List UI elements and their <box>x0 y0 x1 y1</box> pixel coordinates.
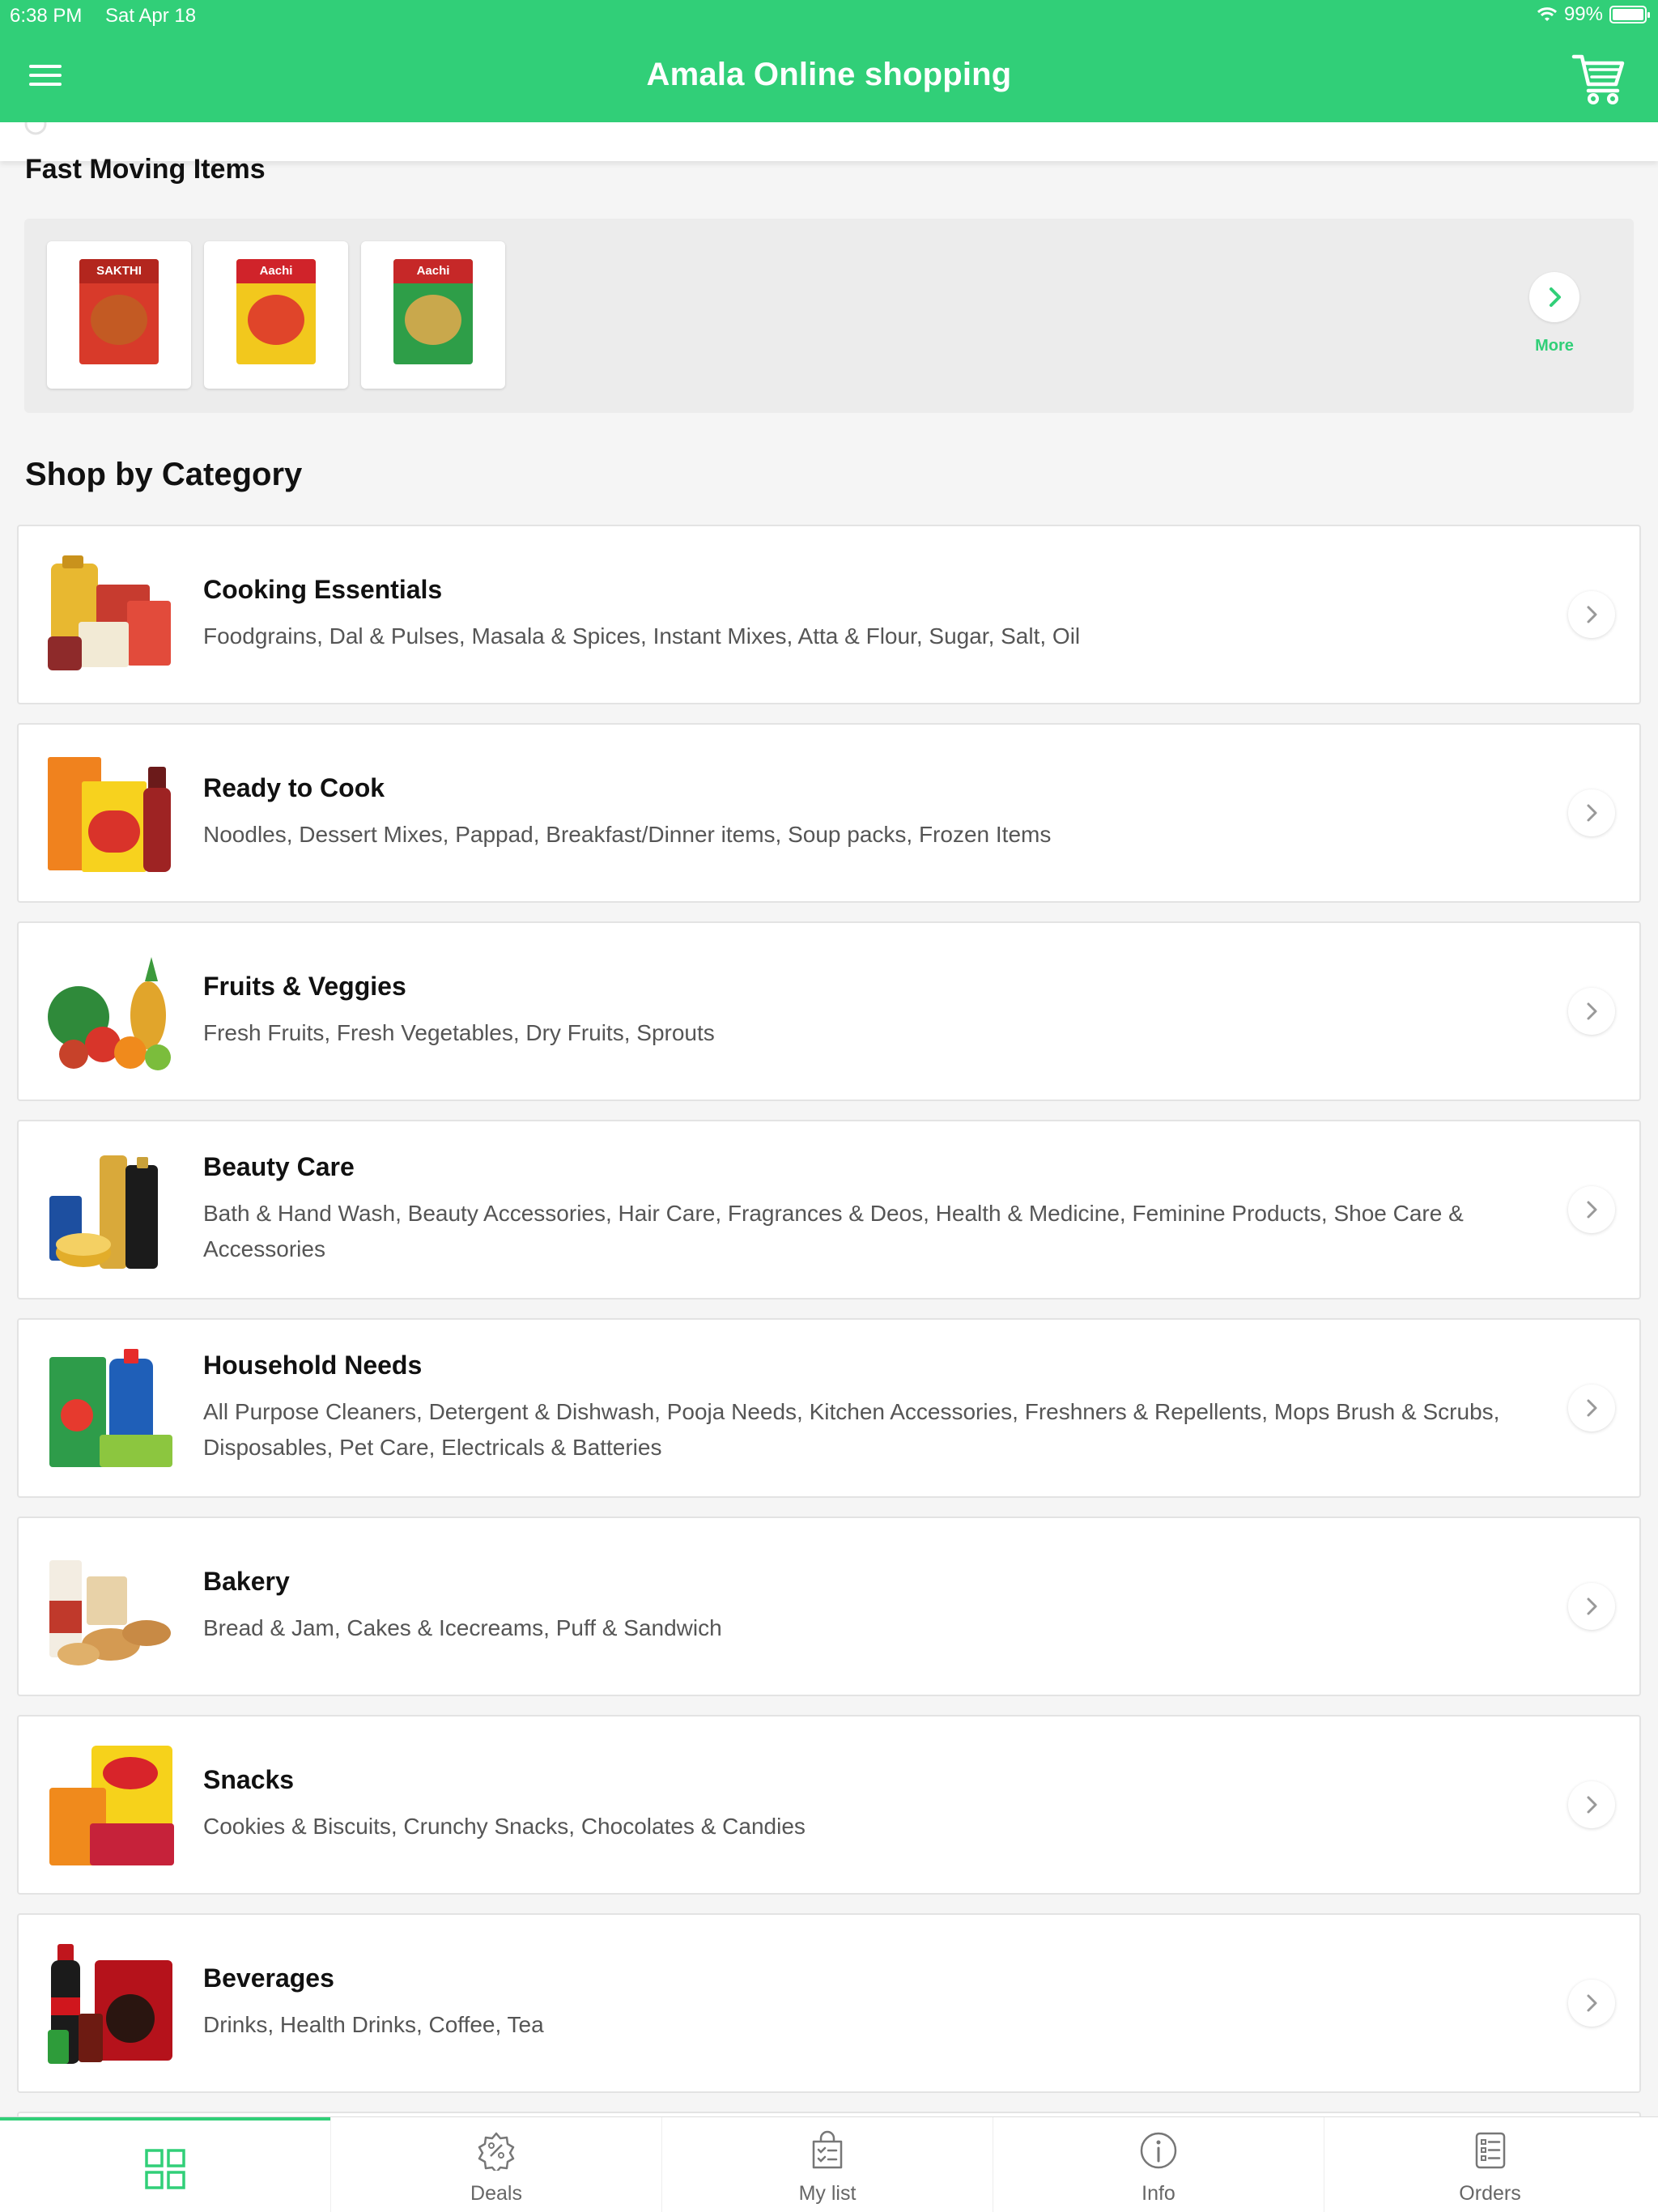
category-chevron-button[interactable] <box>1568 1781 1615 1828</box>
category-name: Ready to Cook <box>203 773 385 802</box>
tab-info[interactable]: Info <box>993 2117 1324 2212</box>
category-card-fruits-veggies[interactable]: Fruits & Veggies Fresh Fruits, Fresh Veg… <box>17 921 1641 1101</box>
fast-moving-title: Fast Moving Items <box>25 154 266 185</box>
tab-home[interactable] <box>0 2117 331 2212</box>
battery-percent: 99% <box>1563 3 1603 25</box>
category-card-cooking-essentials[interactable]: Cooking Essentials Foodgrains, Dal & Pul… <box>17 525 1641 704</box>
category-name: Snacks <box>203 1765 295 1794</box>
tab-deals[interactable]: Deals <box>331 2117 662 2212</box>
category-chevron-button[interactable] <box>1568 789 1615 836</box>
shop-by-category-title: Shop by Category <box>25 457 303 492</box>
cart-icon[interactable] <box>1571 52 1627 105</box>
app-header: 6:38 PM Sat Apr 18 99% Amala Online shop… <box>0 0 1658 122</box>
category-card-beverages[interactable]: Beverages Drinks, Health Drinks, Coffee,… <box>17 1913 1641 2093</box>
app-title: Amala Online shopping <box>646 57 1012 92</box>
category-image <box>48 957 171 1070</box>
tab-label: Deals <box>470 2182 522 2205</box>
category-description: Bath & Hand Wash, Beauty Accessories, Ha… <box>203 1201 1464 1261</box>
category-image <box>48 555 171 670</box>
chevron-right-icon <box>1587 606 1597 623</box>
chevron-right-icon <box>1587 1201 1597 1219</box>
battery-icon <box>1609 6 1650 23</box>
info-icon <box>1140 2132 1177 2169</box>
category-chevron-button[interactable] <box>1568 591 1615 638</box>
category-name: Beverages <box>203 1963 334 1993</box>
chevron-right-icon <box>1587 804 1597 822</box>
category-name: Cooking Essentials <box>203 575 443 604</box>
category-description: Fresh Fruits, Fresh Vegetables, Dry Frui… <box>203 1020 715 1045</box>
category-card-household-needs[interactable]: Household Needs All Purpose Cleaners, De… <box>17 1318 1641 1498</box>
category-image <box>49 1560 171 1665</box>
grid-icon <box>145 2149 185 2189</box>
chevron-right-icon <box>1550 287 1561 307</box>
fast-moving-panel: SAKTHI Aachi Aachi More <box>24 219 1634 413</box>
product-image: SAKTHI <box>79 259 159 364</box>
category-card-bakery[interactable]: Bakery Bread & Jam, Cakes & Icecreams, P… <box>17 1516 1641 1696</box>
category-description: Drinks, Health Drinks, Coffee, Tea <box>203 2012 544 2037</box>
category-chevron-button[interactable] <box>1568 1583 1615 1630</box>
orders-icon <box>1475 2132 1505 2169</box>
product-image: Aachi <box>236 259 316 364</box>
tab-label: Orders <box>1459 2182 1521 2205</box>
status-time: 6:38 PM <box>10 5 83 27</box>
fast-item[interactable]: SAKTHI <box>47 241 191 389</box>
more-button[interactable] <box>1529 272 1579 322</box>
category-description: Bread & Jam, Cakes & Icecreams, Puff & S… <box>203 1615 722 1640</box>
category-description: All Purpose Cleaners, Detergent & Dishwa… <box>203 1399 1500 1460</box>
tab-label: Info <box>1141 2182 1175 2205</box>
category-chevron-button[interactable] <box>1568 1980 1615 2027</box>
category-image <box>49 1746 174 1865</box>
search-icon <box>24 122 47 135</box>
category-name: Fruits & Veggies <box>203 972 406 1001</box>
category-image <box>48 757 171 872</box>
category-chevron-button[interactable] <box>1568 988 1615 1035</box>
tab-label: My list <box>798 2182 857 2205</box>
fast-item[interactable]: Aachi <box>204 241 348 389</box>
product-brand: Aachi <box>259 264 293 278</box>
tab-orders[interactable]: Orders <box>1324 2117 1656 2212</box>
product-brand: Aachi <box>416 264 450 278</box>
category-chevron-button[interactable] <box>1568 1385 1615 1431</box>
category-name: Beauty Care <box>203 1152 355 1181</box>
category-description: Cookies & Biscuits, Crunchy Snacks, Choc… <box>203 1814 806 1839</box>
chevron-right-icon <box>1587 1399 1597 1417</box>
category-description: Noodles, Dessert Mixes, Pappad, Breakfas… <box>203 822 1052 847</box>
category-name: Bakery <box>203 1567 290 1596</box>
category-image <box>48 1944 172 2064</box>
status-bar: 6:38 PM Sat Apr 18 99% <box>0 0 1658 32</box>
more-label[interactable]: More <box>1514 337 1595 355</box>
chevron-right-icon <box>1587 1002 1597 1020</box>
fast-item[interactable]: Aachi <box>361 241 505 389</box>
status-date: Sat Apr 18 <box>105 5 197 27</box>
deals-icon <box>478 2132 515 2171</box>
status-right: 99% <box>1537 3 1650 26</box>
wifi-icon <box>1537 7 1557 21</box>
category-description: Foodgrains, Dal & Pulses, Masala & Spice… <box>203 623 1081 649</box>
category-card-beauty-care[interactable]: Beauty Care Bath & Hand Wash, Beauty Acc… <box>17 1120 1641 1300</box>
product-brand: SAKTHI <box>96 264 142 278</box>
chevron-right-icon <box>1587 1597 1597 1615</box>
tab-my-list[interactable]: My list <box>662 2117 993 2212</box>
category-chevron-button[interactable] <box>1568 1186 1615 1233</box>
category-card-ready-to-cook[interactable]: Ready to Cook Noodles, Dessert Mixes, Pa… <box>17 723 1641 903</box>
list-icon <box>812 2130 843 2169</box>
category-name: Household Needs <box>203 1351 423 1380</box>
category-image <box>49 1349 172 1467</box>
bottom-tab-bar: Deals My list Info Orders <box>0 2116 1658 2212</box>
product-image: Aachi <box>393 259 473 364</box>
category-image <box>49 1155 158 1269</box>
chevron-right-icon <box>1587 1796 1597 1814</box>
chevron-right-icon <box>1587 1994 1597 2012</box>
category-card-snacks[interactable]: Snacks Cookies & Biscuits, Crunchy Snack… <box>17 1715 1641 1895</box>
